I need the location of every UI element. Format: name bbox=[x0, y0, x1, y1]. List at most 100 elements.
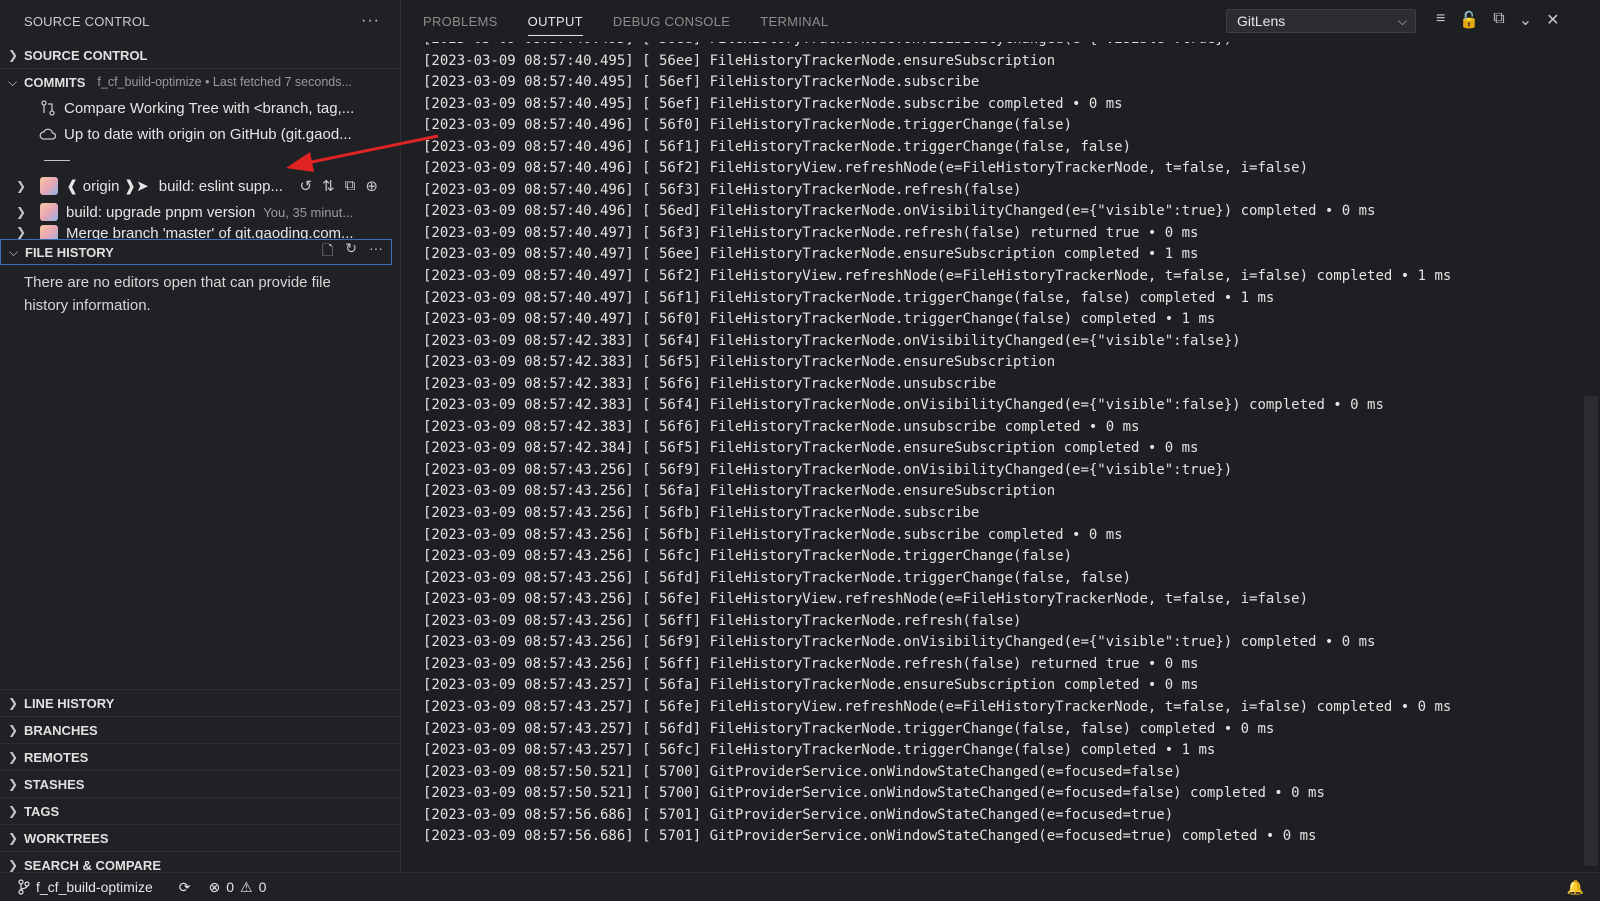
chevron-right-icon: ❯ bbox=[16, 179, 27, 193]
section-search-compare[interactable]: ❯ SEARCH & COMPARE bbox=[0, 851, 400, 872]
output-line: [2023-03-09 08:57:43.256] [ 56fb] FileHi… bbox=[423, 526, 1123, 543]
output-line: [2023-03-09 08:57:40.495] [ 56ef] FileHi… bbox=[423, 74, 980, 91]
output-scrollbar[interactable] bbox=[1584, 396, 1598, 866]
output-line: [2023-03-09 08:57:43.257] [ 56fe] FileHi… bbox=[423, 698, 1452, 715]
chevron-right-icon: ❯ bbox=[8, 723, 19, 737]
compare-icon bbox=[38, 100, 58, 116]
output-line: [2023-03-09 08:57:56.686] [ 5701] GitPro… bbox=[423, 806, 1174, 823]
output-line: [2023-03-09 08:57:40.497] [ 56ee] FileHi… bbox=[423, 246, 1199, 263]
commits-branch-info: f_cf_build-optimize • Last fetched 7 sec… bbox=[97, 75, 352, 89]
compare-working-tree-item[interactable]: Compare Working Tree with <branch, tag,.… bbox=[0, 95, 400, 121]
chevron-right-icon: ❯ bbox=[8, 48, 19, 62]
chevron-down-icon: ⌵ bbox=[1397, 13, 1407, 28]
compare-working-tree-label: Compare Working Tree with <branch, tag,.… bbox=[64, 99, 355, 117]
section-source-control[interactable]: ❯ SOURCE CONTROL bbox=[0, 42, 400, 68]
output-line: [2023-03-09 08:57:40.495] [ 56ee] FileHi… bbox=[423, 52, 1056, 69]
chevron-right-icon: ❯ bbox=[8, 696, 19, 710]
chevron-down-icon: ⌵ bbox=[9, 244, 19, 259]
file-history-actions: 🗋 ↻ ··· bbox=[322, 240, 383, 264]
output-line: [2023-03-09 08:57:43.256] [ 56fe] FileHi… bbox=[423, 591, 1309, 608]
output-line: [2023-03-09 08:57:43.256] [ 56f9] FileHi… bbox=[423, 461, 1233, 478]
lock-icon[interactable]: 🔓 bbox=[1459, 10, 1479, 30]
origin-badge: ❰ origin ❱➤ bbox=[66, 178, 149, 195]
section-source-control-label: SOURCE CONTROL bbox=[24, 47, 148, 63]
output-line: [2023-03-09 08:57:42.384] [ 56f5] FileHi… bbox=[423, 440, 1199, 457]
ellipsis-icon[interactable]: ··· bbox=[369, 240, 383, 264]
section-label: BRANCHES bbox=[24, 722, 98, 738]
undo-icon[interactable]: ↺ bbox=[300, 177, 313, 195]
output-channel-select[interactable]: GitLens ⌵ bbox=[1226, 9, 1416, 33]
sidebar-title: SOURCE CONTROL bbox=[24, 13, 150, 29]
globe-icon[interactable]: ⊕ bbox=[365, 177, 378, 195]
warning-icon: ⚠ bbox=[240, 878, 253, 895]
chevron-right-icon: ❯ bbox=[8, 804, 19, 818]
chevron-right-icon: ❯ bbox=[16, 205, 27, 219]
tab-debug-console[interactable]: DEBUG CONSOLE bbox=[613, 0, 730, 42]
section-commits-label: COMMITS bbox=[24, 74, 86, 90]
output-line: [2023-03-09 08:57:43.256] [ 56fd] FileHi… bbox=[423, 569, 1132, 586]
output-line: [2023-03-09 08:57:40.497] [ 56f3] FileHi… bbox=[423, 224, 1199, 241]
output-line: [2023-03-09 08:57:40.497] [ 56f2] FileHi… bbox=[423, 268, 1452, 285]
chevron-right-icon: ❯ bbox=[8, 858, 19, 872]
section-file-history-label: FILE HISTORY bbox=[25, 244, 114, 260]
section-label: SEARCH & COMPARE bbox=[24, 857, 161, 873]
output-line: [2023-03-09 08:57:40.496] [ 56f3] FileHi… bbox=[423, 181, 1022, 198]
separator-line bbox=[44, 159, 70, 161]
section-remotes[interactable]: ❯ REMOTES bbox=[0, 743, 400, 770]
output-line: [2023-03-09 08:57:43.256] [ 56fc] FileHi… bbox=[423, 548, 1073, 565]
problems-status[interactable]: ⊗ 0 ⚠ 0 bbox=[208, 879, 266, 896]
sync-button[interactable]: ⟳ bbox=[171, 879, 191, 896]
copy-icon[interactable]: ⧉ bbox=[345, 177, 356, 195]
section-branches[interactable]: ❯ BRANCHES bbox=[0, 716, 400, 743]
refresh-icon[interactable]: ↻ bbox=[345, 240, 357, 264]
section-file-history[interactable]: ⌵ FILE HISTORY 🗋 ↻ ··· bbox=[0, 239, 392, 265]
output-line: [2023-03-09 08:57:43.256] [ 56f9] FileHi… bbox=[423, 634, 1376, 651]
status-branch[interactable]: f_cf_build-optimize bbox=[18, 879, 153, 895]
section-label: REMOTES bbox=[24, 749, 89, 765]
output-line: [2023-03-09 08:57:43.256] [ 56ff] FileHi… bbox=[423, 612, 1022, 629]
tab-problems[interactable]: PROBLEMS bbox=[423, 0, 498, 42]
chevron-down-icon[interactable]: ⌄ bbox=[1519, 10, 1532, 30]
tab-terminal[interactable]: TERMINAL bbox=[760, 0, 828, 42]
output-channel-value: GitLens bbox=[1237, 13, 1286, 29]
output-line: [2023-03-09 08:57:40.495] [ 56ef] FileHi… bbox=[423, 95, 1123, 112]
bottom-sections: ❯ LINE HISTORY ❯ BRANCHES ❯ REMOTES ❯ ST… bbox=[0, 689, 400, 872]
chevron-right-icon: ❯ bbox=[8, 831, 19, 845]
output-line: [2023-03-09 08:57:42.383] [ 56f6] FileHi… bbox=[423, 375, 997, 392]
git-branch-icon bbox=[18, 879, 30, 895]
output-line: [2023-03-09 08:57:43.257] [ 56fd] FileHi… bbox=[423, 720, 1275, 737]
output-line: [2023-03-09 08:57:43.256] [ 56ff] FileHi… bbox=[423, 655, 1199, 672]
avatar bbox=[40, 177, 58, 195]
commit-message: build: eslint supp... bbox=[158, 177, 283, 195]
error-icon: ⊗ bbox=[208, 878, 221, 895]
panel-actions: ≡ 🔓 ⧉ ⌄ ✕ bbox=[1436, 10, 1560, 30]
close-icon[interactable]: ✕ bbox=[1546, 10, 1559, 30]
chevron-down-icon: ⌵ bbox=[8, 74, 18, 89]
section-label: WORKTREES bbox=[24, 830, 109, 846]
section-line-history[interactable]: ❯ LINE HISTORY bbox=[0, 689, 400, 716]
output-line: [2023-03-09 08:57:42.383] [ 56f5] FileHi… bbox=[423, 354, 1056, 371]
output-line: [2023-03-09 08:57:40.496] [ 56f1] FileHi… bbox=[423, 138, 1132, 155]
section-tags[interactable]: ❯ TAGS bbox=[0, 797, 400, 824]
section-stashes[interactable]: ❯ STASHES bbox=[0, 770, 400, 797]
output-panel[interactable]: [2023-03-09 08:57:40.495] [ 56ed] FileHi… bbox=[401, 42, 1583, 872]
ellipsis-icon[interactable]: ··· bbox=[361, 12, 380, 30]
commit-row-actions: ↺ ⇅ ⧉ ⊕ bbox=[300, 177, 378, 195]
tab-output[interactable]: OUTPUT bbox=[527, 0, 584, 42]
output-line: [2023-03-09 08:57:40.495] [ 56ed] FileHi… bbox=[401, 42, 1583, 51]
section-worktrees[interactable]: ❯ WORKTREES bbox=[0, 824, 400, 851]
section-commits[interactable]: ⌵ COMMITS f_cf_build-optimize • Last fet… bbox=[0, 68, 400, 95]
commit-row-merge[interactable]: ❯ Merge branch 'master' of git.gaoding.c… bbox=[0, 225, 400, 239]
commit-row-pnpm[interactable]: ❯ build: upgrade pnpm version You, 35 mi… bbox=[0, 199, 400, 225]
output-line: [2023-03-09 08:57:43.257] [ 56fa] FileHi… bbox=[423, 677, 1199, 694]
open-editor-icon[interactable]: ⧉ bbox=[1493, 10, 1504, 30]
file-icon[interactable]: 🗋 bbox=[322, 240, 333, 264]
clear-output-icon[interactable]: ≡ bbox=[1436, 10, 1445, 30]
section-label: STASHES bbox=[24, 776, 85, 792]
bell-icon[interactable]: 🔔 bbox=[1567, 879, 1584, 896]
output-line: [2023-03-09 08:57:50.521] [ 5700] GitPro… bbox=[423, 763, 1182, 780]
output-line: [2023-03-09 08:57:43.256] [ 56fa] FileHi… bbox=[423, 483, 1056, 500]
avatar bbox=[40, 203, 58, 221]
compare-icon[interactable]: ⇅ bbox=[322, 177, 335, 195]
commit-message: Merge branch 'master' of git.gaoding.com… bbox=[66, 225, 354, 239]
